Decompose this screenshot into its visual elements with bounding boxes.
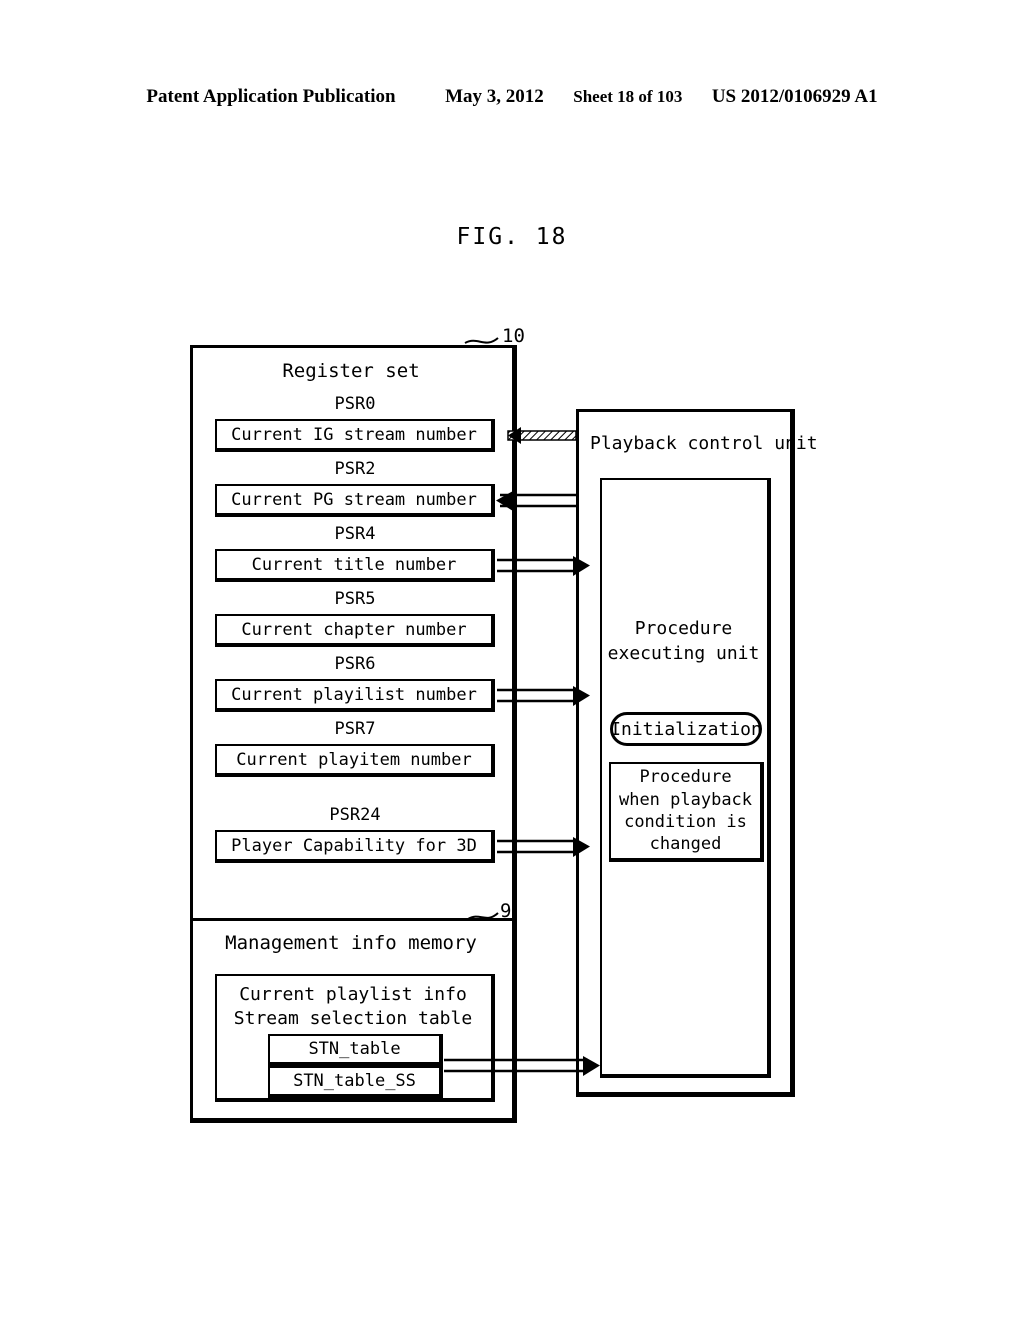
stn-table-ss-label: STN_table_SS bbox=[293, 1071, 416, 1091]
psr-tag-psr6: PSR6 bbox=[334, 654, 376, 674]
register-memory-divider bbox=[192, 918, 515, 921]
publication-date: May 3, 2012 bbox=[445, 86, 544, 107]
current-playlist-info-line2: Stream selection table bbox=[233, 1008, 473, 1029]
leader-line-10 bbox=[464, 337, 499, 344]
procedure-when-playback-changed-box: Procedure when playback condition is cha… bbox=[609, 762, 764, 862]
initialization-label: Initialization bbox=[610, 718, 762, 740]
psr-box-psr7: Current playitem number bbox=[215, 744, 495, 777]
stn-table-box: STN_table bbox=[268, 1034, 443, 1066]
arrow-psr0-in bbox=[507, 427, 577, 444]
psr-box-psr24: Player Capability for 3D bbox=[215, 830, 495, 863]
psr-tag-psr24: PSR24 bbox=[329, 805, 381, 825]
psr-box-psr5: Current chapter number bbox=[215, 614, 495, 647]
publication-label: Patent Application Publication bbox=[146, 86, 396, 107]
sheet-number: Sheet 18 of 103 bbox=[573, 87, 683, 106]
psr-box-psr6: Current playilist number bbox=[215, 679, 495, 712]
psr-label-psr6: Current playilist number bbox=[231, 684, 477, 705]
psr-tag-psr0: PSR0 bbox=[334, 394, 376, 414]
psr-tag-psr5: PSR5 bbox=[334, 589, 376, 609]
psr-label-psr2: Current PG stream number bbox=[231, 489, 477, 510]
current-playlist-info-line1: Current playlist info bbox=[239, 984, 467, 1005]
psr-label-psr0: Current IG stream number bbox=[231, 424, 477, 445]
reference-numeral-9: 9 bbox=[500, 900, 512, 922]
psr-box-psr0: Current IG stream number bbox=[215, 419, 495, 452]
reference-numeral-10: 10 bbox=[502, 325, 525, 347]
psr-label-psr7: Current playitem number bbox=[236, 749, 472, 770]
psr-box-psr2: Current PG stream number bbox=[215, 484, 495, 517]
procedure-executing-unit-title-line2: executing unit bbox=[607, 643, 760, 664]
psr-tag-psr7: PSR7 bbox=[334, 719, 376, 739]
page-header: Patent Application Publication May 3, 20… bbox=[0, 86, 1024, 108]
psr-tag-psr4: PSR4 bbox=[334, 524, 376, 544]
figure-title: FIG. 18 bbox=[456, 224, 568, 250]
stn-table-ss-box: STN_table_SS bbox=[268, 1066, 443, 1098]
psr-label-psr5: Current chapter number bbox=[241, 619, 467, 640]
psr-label-psr4: Current title number bbox=[251, 554, 457, 575]
procedure-executing-unit-title-line1: Procedure bbox=[634, 618, 733, 639]
document-number: US 2012/0106929 A1 bbox=[711, 86, 878, 107]
initialization-button[interactable]: Initialization bbox=[610, 712, 762, 746]
psr-tag-psr2: PSR2 bbox=[334, 459, 376, 479]
management-info-memory-title: Management info memory bbox=[225, 932, 477, 954]
stn-table-label: STN_table bbox=[308, 1039, 401, 1059]
psr-label-psr24: Player Capability for 3D bbox=[231, 835, 477, 856]
register-set-title: Register set bbox=[282, 360, 420, 382]
procedure-when-playback-changed-text: Procedure when playback condition is cha… bbox=[618, 767, 753, 855]
psr-box-psr4: Current title number bbox=[215, 549, 495, 582]
playback-control-unit-title: Playback control unit bbox=[590, 433, 818, 454]
